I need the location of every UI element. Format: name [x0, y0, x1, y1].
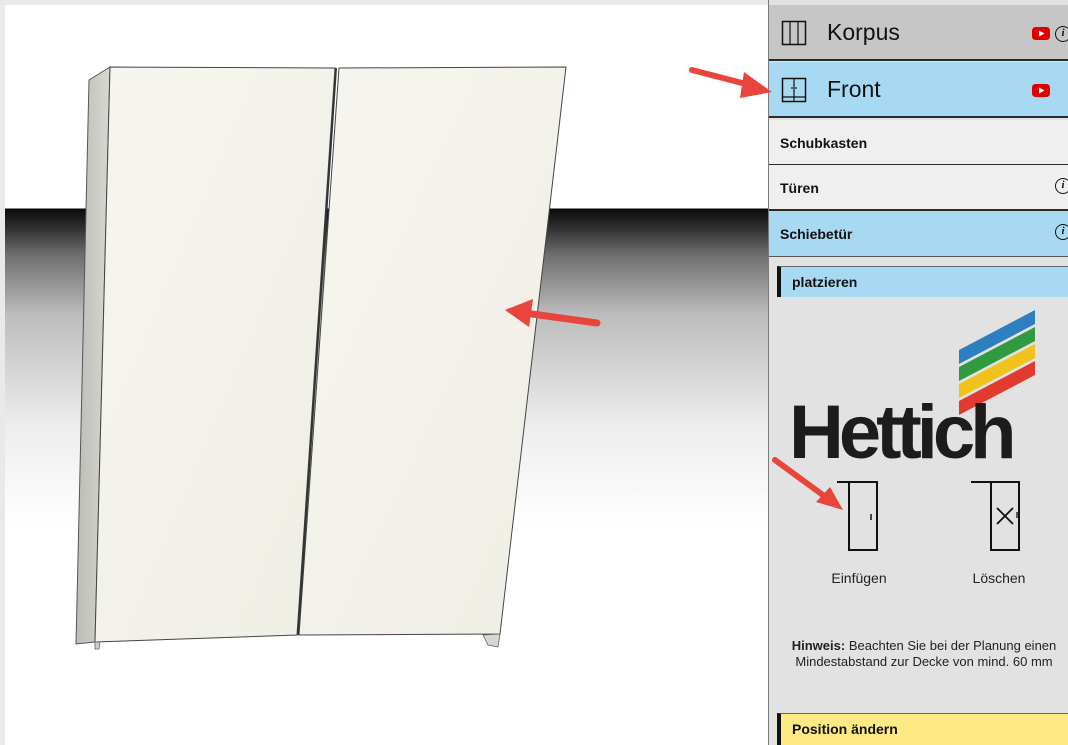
section-platzieren-label: platzieren [792, 274, 858, 290]
nav-item-front-label: Front [827, 76, 881, 102]
youtube-icon[interactable] [1032, 27, 1050, 40]
subnav-item-label: Schiebetür [780, 226, 853, 242]
wardrobe-scene [75, 66, 601, 650]
nav-item-front[interactable]: Front [769, 62, 1068, 118]
nav-item-korpus-label: Korpus [827, 19, 900, 45]
wardrobe-foot-right [482, 633, 501, 648]
info-icon[interactable]: i [1055, 224, 1068, 240]
3d-viewport[interactable] [5, 5, 768, 745]
delete-door-label: Löschen [972, 570, 1026, 586]
insert-door-label: Einfügen [831, 570, 887, 586]
sliding-door-left[interactable] [94, 66, 336, 643]
hettich-logo: Hettich [789, 294, 1068, 475]
sliding-door-right[interactable] [298, 66, 567, 636]
section-position-aendern-label: Position ändern [792, 721, 898, 737]
door-delete-icon [971, 481, 1020, 551]
subnav-item-label: Türen [780, 180, 819, 196]
section-position-aendern[interactable]: Position ändern [777, 713, 1068, 745]
subnav-item-label: Schubkasten [780, 135, 868, 151]
wardrobe-foot-left [94, 641, 101, 650]
info-icon[interactable]: i [1055, 178, 1068, 194]
section-platzieren[interactable]: platzieren [777, 266, 1068, 297]
delete-door-button[interactable]: Löschen [949, 480, 1049, 600]
nav-item-korpus[interactable]: Korpus i [769, 5, 1068, 61]
hint-title: Hinweis: [791, 638, 846, 653]
subnav-item-schiebetuer[interactable]: Schiebetür i [769, 211, 1068, 257]
youtube-icon[interactable] [1032, 84, 1050, 97]
door-insert-icon [837, 481, 878, 551]
cabinet-icon [781, 20, 807, 46]
subnav-item-schubkasten[interactable]: Schubkasten [769, 120, 1068, 166]
subnav-item-tueren[interactable]: Türen i [769, 165, 1068, 211]
configurator-panel: Korpus i Front Schubkasten Türen i Schie… [768, 0, 1068, 745]
info-icon[interactable]: i [1055, 26, 1068, 42]
annotation-arrow-front [689, 67, 772, 98]
front-panel-icon [781, 77, 807, 103]
insert-door-button[interactable]: Einfügen [809, 480, 909, 600]
hint-text: Hinweis: Beachten Sie bei der Planung ei… [789, 638, 1059, 670]
hettich-logo-graphic: Hettich [789, 310, 1035, 475]
